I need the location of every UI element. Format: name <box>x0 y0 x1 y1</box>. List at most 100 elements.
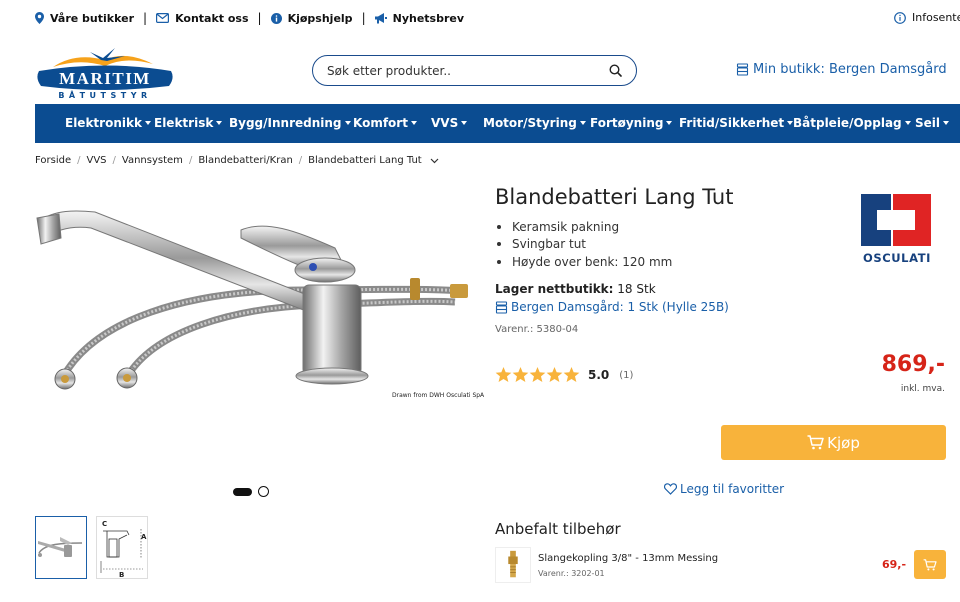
cart-icon <box>807 435 824 450</box>
caret-down-icon <box>904 121 911 125</box>
product-title: Blandebatteri Lang Tut <box>495 185 734 209</box>
caret-down-icon <box>216 121 223 125</box>
divider: | <box>361 11 366 25</box>
heart-icon <box>664 483 677 495</box>
thumb-label-c: C <box>102 520 107 528</box>
product-sku: Varenr.: 5380-04 <box>495 324 579 335</box>
nav-item-komfort[interactable]: Komfort <box>353 116 417 130</box>
nav-item-label: Elektronikk <box>65 116 142 130</box>
search-placeholder: Søk etter produkter.. <box>327 63 451 78</box>
top-utility-bar: Våre butikker | Kontakt oss | Kjøpshjelp… <box>0 0 960 36</box>
caret-down-icon <box>666 121 673 125</box>
star-icon <box>495 367 512 382</box>
caret-down-icon <box>410 121 417 125</box>
buy-button-label: Kjøp <box>827 433 860 452</box>
star-icon <box>512 367 529 382</box>
caret-down-icon <box>943 121 950 125</box>
nav-item-elektrisk[interactable]: Elektrisk <box>154 116 223 130</box>
nav-item-batpleie-opplag[interactable]: Båtpleie/Opplag <box>793 116 911 130</box>
breadcrumb-item[interactable]: Blandebatteri/Kran <box>198 155 292 166</box>
add-to-favorites-link[interactable]: Legg til favoritter <box>664 482 784 496</box>
carousel-dot[interactable] <box>258 486 269 497</box>
newsletter-link-label: Nyhetsbrev <box>392 11 465 25</box>
divider: | <box>143 11 148 25</box>
breadcrumb-separator: / <box>298 155 303 166</box>
maritim-logo[interactable]: MARITIM BÅTUTSTYR <box>35 44 175 100</box>
osculati-brand-logo[interactable]: OSCULATI <box>851 190 943 266</box>
breadcrumb-item[interactable]: Forside <box>35 155 71 166</box>
thumbnail-drawing-image: C A B <box>100 520 147 579</box>
caret-down-icon <box>461 121 468 125</box>
online-stock: Lager nettbutikk: 18 Stk <box>495 282 656 296</box>
carousel-dot-active[interactable] <box>233 487 252 496</box>
brand-name: OSCULATI <box>863 251 931 265</box>
logo-subtext: BÅTUTSTYR <box>58 90 151 100</box>
store-stock-label: Bergen Damsgård: 1 Stk (Hylle 25B) <box>511 300 729 314</box>
breadcrumb: Forside / VVS / Vannsystem / Blandebatte… <box>35 155 439 166</box>
envelope-icon <box>156 13 170 23</box>
buy-button[interactable]: Kjøp <box>721 425 946 460</box>
accessory-image[interactable] <box>495 547 531 583</box>
product-image[interactable] <box>35 190 480 415</box>
rating-stars <box>495 367 580 383</box>
accessory-price: 69,- <box>882 558 907 571</box>
search-icon[interactable] <box>609 64 622 77</box>
thumbnail-faucet-image <box>38 537 83 557</box>
my-store-link[interactable]: Min butikk: Bergen Damsgård <box>736 62 947 77</box>
store-stock-link[interactable]: Bergen Damsgård: 1 Stk (Hylle 25B) <box>495 300 729 314</box>
nav-item-motor-styring[interactable]: Motor/Styring <box>483 116 586 130</box>
favorites-label: Legg til favoritter <box>680 482 785 496</box>
divider: | <box>257 11 262 25</box>
online-stock-value: 18 Stk <box>617 282 656 296</box>
info-center-label: Infosente <box>912 11 960 24</box>
breadcrumb-item[interactable]: VVS <box>87 155 107 166</box>
info-center-link[interactable]: Infosente <box>894 11 960 24</box>
stores-link[interactable]: Våre butikker <box>35 12 134 25</box>
accessory-sku: Varenr.: 3202-01 <box>538 569 605 578</box>
nav-item-label: Motor/Styring <box>483 116 577 130</box>
nav-item-vvs[interactable]: VVS <box>431 116 468 130</box>
price-vat-note: inkl. mva. <box>900 384 945 394</box>
location-pin-icon <box>35 12 44 24</box>
newsletter-link[interactable]: Nyhetsbrev <box>374 11 465 25</box>
contact-link[interactable]: Kontakt oss <box>156 12 249 25</box>
nav-item-bygg-innredning[interactable]: Bygg/Innredning <box>229 116 351 130</box>
topbar-links: Våre butikker | Kontakt oss | Kjøpshjelp… <box>35 11 464 25</box>
feature-item: Svingbar tut <box>497 236 672 254</box>
nav-item-elektronikk[interactable]: Elektronikk <box>65 116 151 130</box>
nav-item-fritid-sikkerhet[interactable]: Fritid/Sikkerhet <box>679 116 794 130</box>
nav-item-seil[interactable]: Seil <box>915 116 950 130</box>
caret-down-icon <box>144 121 151 125</box>
accessory-add-to-cart-button[interactable] <box>914 550 946 579</box>
thumbnail-2[interactable]: C A B <box>96 516 148 579</box>
stores-link-label: Våre butikker <box>50 11 135 25</box>
breadcrumb-separator: / <box>188 155 193 166</box>
breadcrumb-item[interactable]: Vannsystem <box>122 155 183 166</box>
help-link-label: Kjøpshjelp <box>287 11 353 25</box>
thumb-label-a: A <box>141 533 147 541</box>
chevron-down-icon[interactable] <box>430 158 439 164</box>
breadcrumb-current: Blandebatteri Lang Tut <box>308 155 422 166</box>
help-link[interactable]: Kjøpshjelp <box>270 11 353 25</box>
accessory-name[interactable]: Slangekopling 3/8" - 13mm Messing <box>538 553 718 564</box>
main-nav: Elektronikk Elektrisk Bygg/Innredning Ko… <box>35 104 960 143</box>
info-circle-icon <box>270 12 282 24</box>
nav-item-fortoyning[interactable]: Fortøyning <box>590 116 673 130</box>
thumb-label-b: B <box>119 571 124 579</box>
nav-item-label: Båtpleie/Opplag <box>793 116 902 130</box>
feature-item: Høyde over benk: 120 mm <box>497 253 672 271</box>
store-icon <box>495 300 508 314</box>
accessories-heading: Anbefalt tilbehør <box>495 520 621 538</box>
image-caption: Drawn from DWH Osculati SpA <box>392 392 485 399</box>
nav-item-label: Komfort <box>353 116 408 130</box>
feature-list: Keramsik pakning Svingbar tut Høyde over… <box>497 218 672 271</box>
info-circle-outline-icon <box>894 11 906 24</box>
search-input[interactable]: Søk etter produkter.. <box>312 55 637 86</box>
nav-item-label: Elektrisk <box>154 116 214 130</box>
product-price: 869,- <box>881 352 945 377</box>
nav-item-label: VVS <box>431 116 459 130</box>
breadcrumb-separator: / <box>112 155 116 166</box>
thumbnail-1[interactable] <box>35 516 87 579</box>
carousel-dots <box>233 486 269 497</box>
product-rating[interactable]: 5.0 (1) <box>495 367 633 383</box>
